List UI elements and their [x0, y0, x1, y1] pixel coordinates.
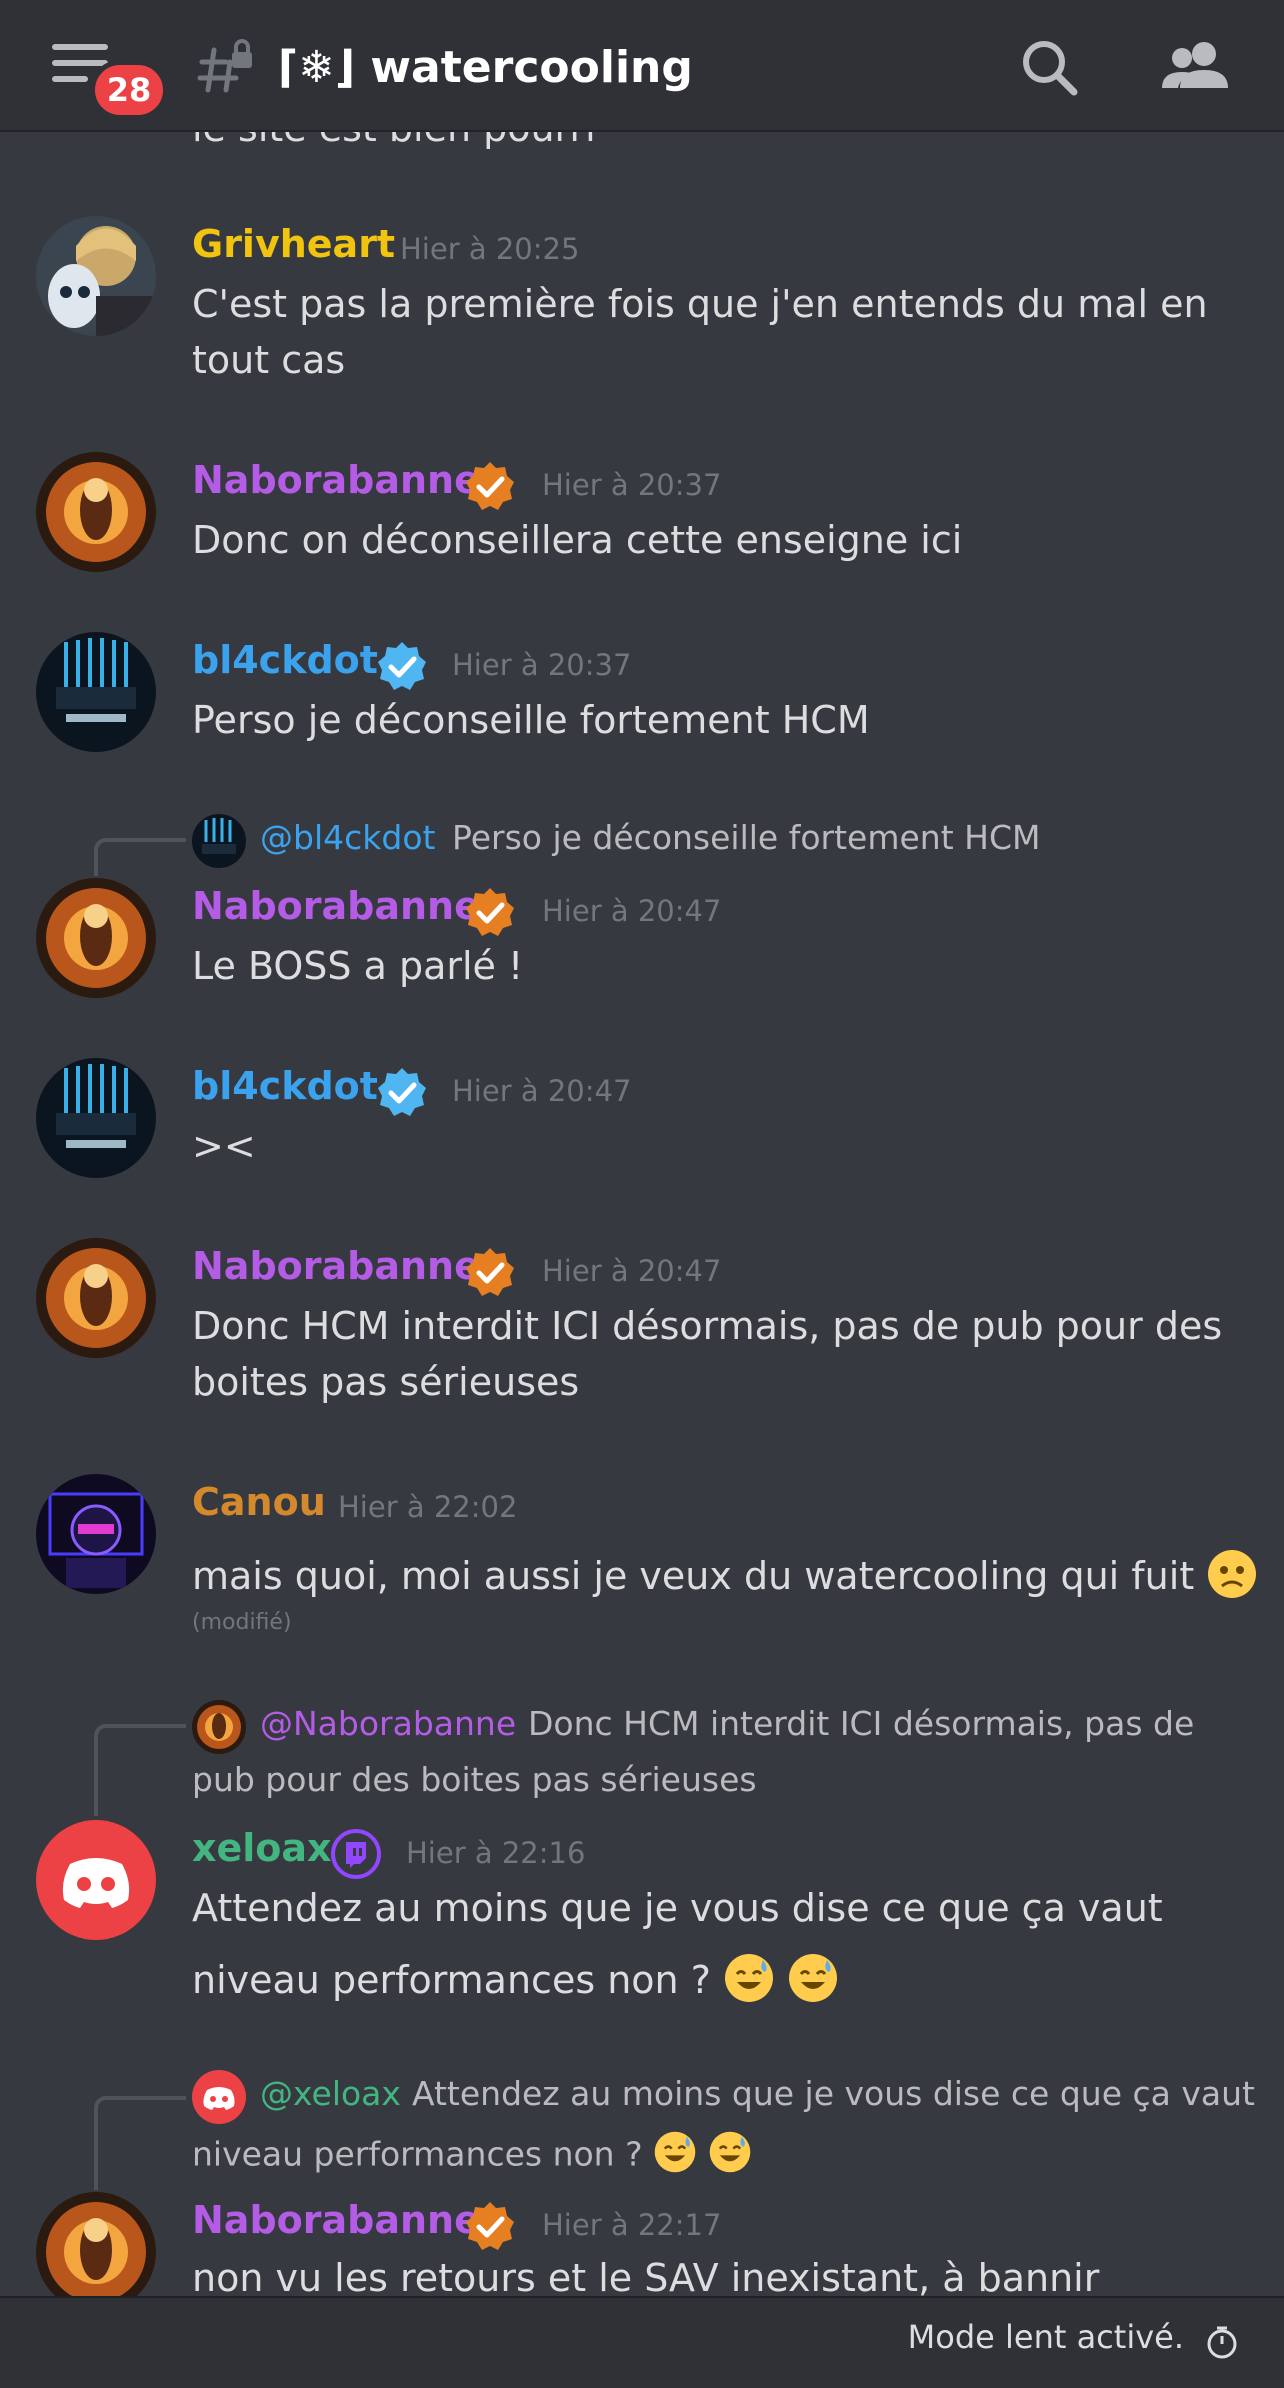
message-text: boites pas sérieuses: [192, 1360, 580, 1404]
reply-author[interactable]: @xeloax: [260, 2074, 401, 2113]
reply-avatar-naborabanne: [192, 1700, 246, 1754]
message-text: non vu les retours et le SAV inexistant,…: [192, 2256, 1100, 2296]
avatar-xeloax[interactable]: [36, 1820, 156, 1940]
twitch-badge-icon: [330, 1828, 382, 1880]
timestamp: Hier à 20:37: [452, 648, 632, 682]
username[interactable]: Grivheart: [192, 222, 395, 266]
timestamp: Hier à 20:37: [542, 468, 722, 502]
avatar-bl4ckdot[interactable]: [36, 632, 156, 752]
message-text-content: mais quoi, moi aussi je veux du watercoo…: [192, 1554, 1195, 1598]
slowmode-bar: Mode lent activé.: [0, 2296, 1284, 2388]
message-text: niveau performances non ?: [192, 1952, 839, 2013]
reply-preview-content: niveau performances non ?: [192, 2134, 643, 2174]
username[interactable]: Naborabanne: [192, 1244, 480, 1288]
message-text: mais quoi, moi aussi je veux du watercoo…: [192, 1548, 1258, 1609]
reply-preview-text[interactable]: Attendez au moins que je vous dise ce qu…: [412, 2074, 1255, 2113]
sweat-smile-emoji-icon: [708, 2130, 752, 2182]
message-text: Le BOSS a parlé !: [192, 944, 524, 988]
reply-connector: [94, 2096, 186, 2190]
username[interactable]: Naborabanne: [192, 458, 480, 502]
slowmode-text: Mode lent activé.: [907, 2318, 1184, 2356]
username[interactable]: xeloax: [192, 1826, 332, 1870]
message-text: Donc HCM interdit ICI désormais, pas de …: [192, 1304, 1223, 1348]
message-text: Perso je déconseille fortement HCM: [192, 698, 870, 742]
reply-preview-text[interactable]: Donc HCM interdit ICI désormais, pas de: [528, 1704, 1194, 1743]
edited-label: (modifié): [192, 1610, 292, 1635]
message-list[interactable]: le site est bien pourri Grivheart Hier à…: [0, 0, 1284, 2296]
channel-header: 28 ⌈❄⌋ watercooling: [0, 0, 1284, 132]
search-icon[interactable]: [1018, 36, 1082, 100]
username[interactable]: Canou: [192, 1480, 326, 1524]
worried-face-emoji-icon: [1206, 1548, 1258, 1609]
avatar-naborabanne[interactable]: [36, 2192, 156, 2296]
message-text: Donc on déconseillera cette enseigne ici: [192, 518, 963, 562]
timestamp: Hier à 22:02: [338, 1490, 518, 1524]
timestamp: Hier à 22:17: [542, 2208, 722, 2242]
avatar-naborabanne[interactable]: [36, 878, 156, 998]
verified-orange-badge-icon: [464, 460, 516, 512]
timestamp: Hier à 22:16: [406, 1836, 586, 1870]
timestamp: Hier à 20:25: [400, 232, 580, 266]
timestamp: Hier à 20:47: [542, 1254, 722, 1288]
message-text: ><: [192, 1124, 256, 1168]
reply-author[interactable]: @Naborabanne: [260, 1704, 516, 1743]
members-icon[interactable]: [1160, 36, 1232, 100]
verified-orange-badge-icon: [464, 2200, 516, 2252]
avatar-naborabanne[interactable]: [36, 1238, 156, 1358]
message-text-content: niveau performances non ?: [192, 1958, 711, 2002]
username[interactable]: bl4ckdot: [192, 638, 378, 682]
verified-orange-badge-icon: [464, 886, 516, 938]
verified-orange-badge-icon: [464, 1246, 516, 1298]
locked-channel-icon: [196, 38, 256, 98]
message-text: tout cas: [192, 338, 346, 382]
reply-connector: [94, 838, 186, 876]
timestamp: Hier à 20:47: [452, 1074, 632, 1108]
verified-blue-badge-icon: [376, 640, 428, 692]
reply-preview-text[interactable]: pub pour des boites pas sérieuses: [192, 1760, 757, 1799]
sweat-smile-emoji-icon: [787, 1952, 839, 2013]
avatar-canou[interactable]: [36, 1474, 156, 1594]
reply-preview-text[interactable]: Perso je déconseille fortement HCM: [452, 818, 1040, 857]
avatar-bl4ckdot[interactable]: [36, 1058, 156, 1178]
sweat-smile-emoji-icon: [653, 2130, 697, 2182]
channel-title: ⌈❄⌋ watercooling: [278, 42, 693, 93]
username[interactable]: bl4ckdot: [192, 1064, 378, 1108]
unread-badge[interactable]: 28: [90, 60, 168, 120]
timestamp: Hier à 20:47: [542, 894, 722, 928]
message-text: C'est pas la première fois que j'en ente…: [192, 282, 1208, 326]
reply-connector: [94, 1724, 186, 1816]
sweat-smile-emoji-icon: [723, 1952, 775, 2013]
reply-avatar-bl4ckdot: [192, 814, 246, 868]
reply-avatar-xeloax: [192, 2070, 246, 2124]
reply-preview-text[interactable]: niveau performances non ?: [192, 2130, 752, 2182]
avatar-grivheart[interactable]: [36, 216, 156, 336]
reply-author[interactable]: @bl4ckdot: [260, 818, 435, 857]
avatar-naborabanne[interactable]: [36, 452, 156, 572]
username[interactable]: Naborabanne: [192, 2198, 480, 2242]
username[interactable]: Naborabanne: [192, 884, 480, 928]
stopwatch-icon: [1204, 2324, 1240, 2360]
message-text: Attendez au moins que je vous dise ce qu…: [192, 1886, 1163, 1930]
verified-blue-badge-icon: [376, 1066, 428, 1118]
